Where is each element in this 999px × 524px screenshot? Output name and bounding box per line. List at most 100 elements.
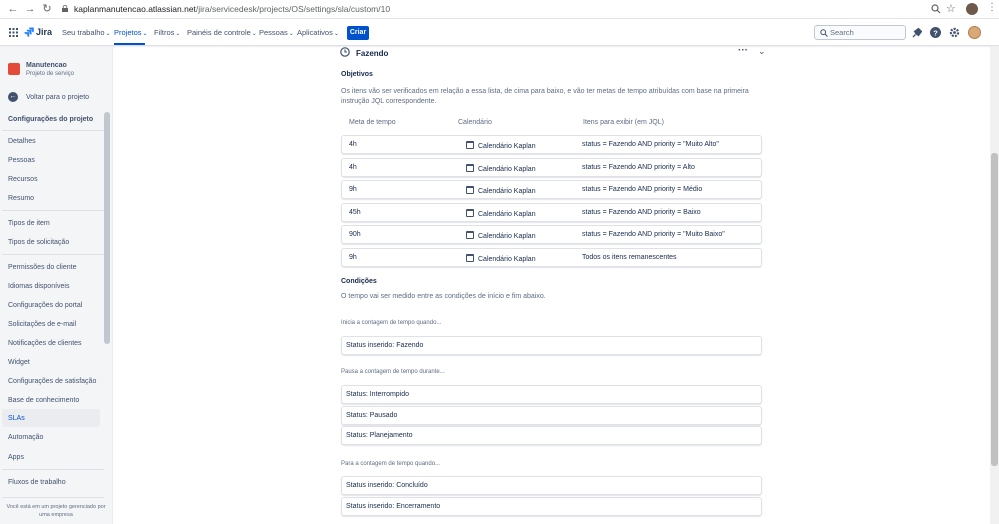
calendar-icon: [466, 186, 474, 194]
nav-filtros-label: Filtros: [154, 28, 175, 37]
goal-row[interactable]: 9h Calendário Kaplan Todos os itens rema…: [341, 248, 762, 267]
sidebar-item-base-conhecimento[interactable]: Base de conhecimento: [8, 397, 79, 404]
sidebar-item-email[interactable]: Solicitações de e-mail: [8, 321, 76, 328]
conditions-description: O tempo vai ser medido entre as condiçõe…: [341, 293, 546, 300]
search-placeholder: Search: [830, 28, 854, 37]
active-nav-indicator: [114, 43, 145, 45]
sidebar-item-notificacoes[interactable]: Notificações de clientes: [8, 340, 82, 347]
sidebar-item-resumo[interactable]: Resumo: [8, 195, 34, 202]
nav-seu-trabalho-label: Seu trabalho: [62, 28, 105, 37]
pause-condition-text: Status: Interrompido: [346, 391, 410, 398]
svg-text:?: ?: [933, 28, 938, 37]
back-to-project-link[interactable]: Voltar para o projeto: [26, 94, 89, 101]
sidebar-scrollbar[interactable]: [104, 112, 110, 344]
chevron-down-icon[interactable]: ⌄: [758, 46, 766, 57]
jira-logo-text[interactable]: Jira: [36, 27, 52, 37]
sidebar-item-pessoas[interactable]: Pessoas: [8, 157, 35, 164]
settings-gear-icon[interactable]: [949, 27, 960, 38]
pause-condition[interactable]: Status: Pausado: [341, 406, 762, 425]
start-condition[interactable]: Status inserido: Fazendo: [341, 336, 762, 355]
zoom-icon[interactable]: [931, 4, 941, 14]
goal-time: 9h: [349, 254, 357, 261]
sidebar-item-permissoes[interactable]: Permissões do cliente: [8, 264, 76, 271]
goal-calendar-label: Calendário Kaplan: [478, 233, 536, 240]
sidebar-item-portal[interactable]: Configurações do portal: [8, 302, 82, 309]
nav-pessoas-label: Pessoas: [259, 28, 288, 37]
app-switcher-icon[interactable]: [9, 28, 18, 37]
nav-seu-trabalho[interactable]: Seu trabalho⌄: [62, 28, 111, 37]
pause-condition[interactable]: Status: Planejamento: [341, 426, 762, 445]
project-name[interactable]: Manutencao: [26, 62, 67, 69]
sidebar-divider: [2, 254, 104, 255]
objectives-title: Objetivos: [341, 71, 373, 78]
nav-filtros[interactable]: Filtros⌄: [154, 28, 180, 37]
sidebar-item-slas[interactable]: SLAs: [8, 415, 25, 422]
sidebar-item-tipos-de-solicitacao[interactable]: Tipos de solicitação: [8, 239, 69, 246]
pause-condition-text: Status: Pausado: [346, 412, 398, 419]
goal-title: Fazendo: [356, 49, 389, 58]
project-sidebar: Manutencao Projeto de serviço ← Voltar p…: [0, 47, 113, 524]
browser-avatar[interactable]: [966, 3, 978, 15]
bookmark-star-icon[interactable]: ☆: [946, 2, 956, 15]
goal-time: 4h: [349, 164, 357, 171]
nav-aplicativos-label: Aplicativos: [297, 28, 333, 37]
goal-calendar-label: Calendário Kaplan: [478, 211, 536, 218]
sidebar-item-automacao[interactable]: Automação: [8, 434, 43, 441]
back-arrow-icon[interactable]: ←: [7, 3, 19, 15]
sidebar-divider: [2, 210, 104, 211]
goal-time: 4h: [349, 141, 357, 148]
goal-time: 9h: [349, 186, 357, 193]
nav-aplicativos[interactable]: Aplicativos⌄: [297, 28, 339, 37]
page-scrollbar-thumb[interactable]: [991, 153, 998, 466]
address-bar[interactable]: kaplanmanutencao.atlassian.net/jira/serv…: [74, 4, 390, 14]
nav-paineis[interactable]: Painéis de controle⌄: [187, 28, 257, 37]
create-button[interactable]: Criar: [347, 26, 369, 40]
goal-row[interactable]: 45h Calendário Kaplan status = Fazendo A…: [341, 203, 762, 222]
sidebar-item-detalhes[interactable]: Detalhes: [8, 138, 36, 145]
sidebar-item-satisfacao[interactable]: Configurações de satisfação: [8, 378, 96, 385]
sidebar-item-idiomas[interactable]: Idiomas disponíveis: [8, 283, 69, 290]
chevron-down-icon: ⌄: [288, 31, 294, 37]
jira-logo-icon[interactable]: [24, 27, 34, 37]
goal-row[interactable]: 4h Calendário Kaplan status = Fazendo AN…: [341, 135, 762, 154]
back-arrow-icon[interactable]: ←: [8, 92, 18, 102]
goal-calendar: Calendário Kaplan: [466, 231, 536, 240]
notifications-icon[interactable]: [912, 28, 922, 38]
pause-condition[interactable]: Status: Interrompido: [341, 385, 762, 404]
nav-projetos[interactable]: Projetos⌄: [114, 28, 148, 37]
column-header-jql: Itens para exibir (em JQL): [583, 119, 664, 126]
goal-calendar: Calendário Kaplan: [466, 164, 536, 173]
goal-row[interactable]: 9h Calendário Kaplan status = Fazendo AN…: [341, 180, 762, 199]
goal-jql: status = Fazendo AND priority = Alto: [582, 164, 695, 171]
user-avatar[interactable]: [968, 26, 981, 39]
help-icon[interactable]: ?: [930, 27, 941, 38]
nav-pessoas[interactable]: Pessoas⌄: [259, 28, 294, 37]
stop-condition[interactable]: Status inserido: Concluído: [341, 476, 762, 495]
sidebar-footer: Você está em um projeto gerenciado por u…: [6, 504, 106, 518]
goal-jql: Todos os itens remanescentes: [582, 254, 677, 261]
more-actions-icon[interactable]: ···: [738, 45, 748, 56]
objectives-description: Os itens vão ser verificados em relação …: [341, 88, 749, 105]
column-header-calendario: Calendário: [458, 119, 492, 126]
nav-projetos-label: Projetos: [114, 28, 142, 37]
sidebar-item-fluxos[interactable]: Fluxos de trabalho: [8, 479, 66, 486]
sidebar-item-apps[interactable]: Apps: [8, 454, 24, 461]
browser-menu-icon[interactable]: ⋮: [987, 2, 997, 13]
search-input[interactable]: Search: [814, 25, 906, 40]
sidebar-item-tipos-de-item[interactable]: Tipos de item: [8, 220, 50, 227]
start-condition-label: Inicia a contagem de tempo quando...: [341, 320, 442, 326]
stop-condition-label: Para a contagem de tempo quando...: [341, 461, 441, 467]
calendar-icon: [466, 209, 474, 217]
browser-toolbar: ← → ↻ kaplanmanutencao.atlassian.net/jir…: [0, 0, 999, 19]
sidebar-item-recursos[interactable]: Recursos: [8, 176, 38, 183]
forward-arrow-icon[interactable]: →: [24, 3, 36, 15]
sidebar-item-widget[interactable]: Widget: [8, 359, 30, 366]
stop-condition-text: Status inserido: Encerramento: [346, 503, 441, 510]
calendar-icon: [466, 231, 474, 239]
pause-condition-label: Pausa a contagem de tempo durante...: [341, 369, 445, 375]
goal-row[interactable]: 90h Calendário Kaplan status = Fazendo A…: [341, 225, 762, 244]
goal-row[interactable]: 4h Calendário Kaplan status = Fazendo AN…: [341, 158, 762, 177]
reload-icon[interactable]: ↻: [41, 3, 53, 15]
sidebar-divider: [2, 497, 104, 498]
stop-condition[interactable]: Status inserido: Encerramento: [341, 497, 762, 516]
